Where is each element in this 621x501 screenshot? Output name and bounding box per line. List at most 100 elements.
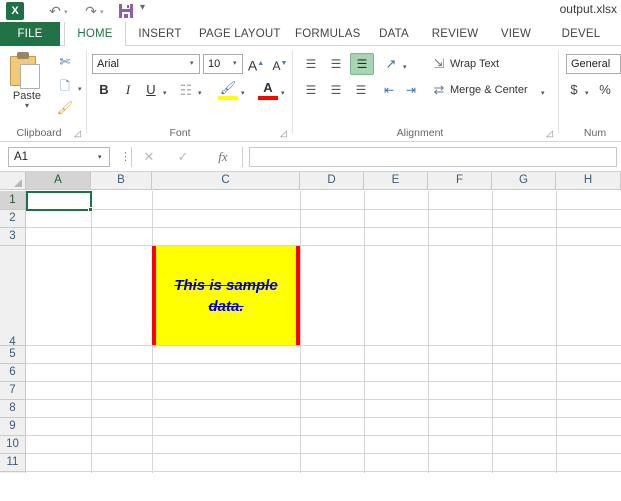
column-header-a[interactable]: A <box>26 172 91 190</box>
spreadsheet-grid[interactable]: A B C D E F G H 1 2 3 4 5 6 7 8 9 10 11 … <box>0 172 621 473</box>
borders-icon[interactable]: ☷ <box>176 80 196 100</box>
cut-icon[interactable]: ✄ <box>54 52 76 72</box>
row-header-5[interactable]: 5 <box>0 346 26 364</box>
column-header-c[interactable]: C <box>152 172 300 190</box>
align-left-icon[interactable]: ☰ <box>300 80 322 100</box>
font-color-icon[interactable]: A <box>258 78 278 96</box>
copy-dropdown-icon[interactable]: ▾ <box>78 86 82 93</box>
name-box[interactable]: A1 <box>8 147 110 167</box>
row-header-4[interactable]: 4 <box>0 246 26 348</box>
row-header-7[interactable]: 7 <box>0 382 26 400</box>
document-title: output.xlsx <box>559 2 617 16</box>
row-header-10[interactable]: 10 <box>0 436 26 454</box>
currency-icon[interactable]: $ <box>566 80 582 100</box>
excel-logo-icon: X <box>6 2 24 20</box>
column-header-g[interactable]: G <box>492 172 556 190</box>
orientation-icon[interactable]: ↗ <box>380 54 402 74</box>
tab-view[interactable]: VIEW <box>492 22 540 46</box>
paste-button[interactable]: Paste ▾ <box>4 50 50 124</box>
increase-indent-icon[interactable]: ⇥ <box>400 80 422 100</box>
ribbon-tab-bar: FILE HOME INSERT PAGE LAYOUT FORMULAS DA… <box>0 22 621 47</box>
increase-font-size-icon[interactable]: A▲ <box>246 54 266 74</box>
tab-home[interactable]: HOME <box>64 22 126 47</box>
save-icon[interactable] <box>118 3 134 19</box>
cell-c4-text: This is sample data. <box>174 276 278 315</box>
row-header-12[interactable]: 12 <box>0 472 26 473</box>
excel-window: X ↶ ▾ ↷ ▾ ▾ output.xlsx FILE HOME INSERT… <box>0 0 621 501</box>
row-header-8[interactable]: 8 <box>0 400 26 418</box>
tab-review[interactable]: REVIEW <box>424 22 486 46</box>
column-header-d[interactable]: D <box>300 172 364 190</box>
ribbon: Paste ▾ ✄ 🗋 ▾ 🖌 Clipboard ◿ Arial ▾ 10 ▾… <box>0 46 621 142</box>
orientation-dropdown-icon[interactable]: ▾ <box>403 64 407 71</box>
bold-icon[interactable]: B <box>94 80 114 100</box>
tab-formulas[interactable]: FORMULAS <box>288 22 364 46</box>
column-header-b[interactable]: B <box>91 172 152 190</box>
enter-icon[interactable]: ✓ <box>170 147 196 167</box>
selected-cell-a1[interactable] <box>26 191 92 211</box>
font-name-input[interactable]: Arial <box>92 54 200 74</box>
font-color-dropdown-icon[interactable]: ▾ <box>281 90 285 97</box>
italic-icon[interactable]: I <box>118 80 138 100</box>
fill-color-dropdown-icon[interactable]: ▾ <box>241 90 245 97</box>
redo-dropdown-icon[interactable]: ▾ <box>100 9 107 16</box>
wrap-text-label[interactable]: Wrap Text <box>450 56 499 72</box>
fill-color-swatch[interactable] <box>218 96 238 100</box>
row-header-2[interactable]: 2 <box>0 210 26 228</box>
cancel-icon[interactable]: ✕ <box>136 147 162 167</box>
customize-quick-access-toolbar-icon[interactable]: ▾ <box>140 3 147 13</box>
select-all-corner[interactable] <box>0 172 26 190</box>
tab-file[interactable]: FILE <box>0 22 60 46</box>
row-header-9[interactable]: 9 <box>0 418 26 436</box>
wrap-text-icon[interactable]: ⇲ <box>430 54 448 74</box>
copy-icon[interactable]: 🗋 <box>54 76 76 96</box>
row-header-1[interactable]: 1 <box>0 191 26 210</box>
tab-insert[interactable]: INSERT <box>130 22 190 46</box>
percent-icon[interactable]: % <box>596 80 614 100</box>
column-header-e[interactable]: E <box>364 172 428 190</box>
undo-dropdown-icon[interactable]: ▾ <box>64 9 71 16</box>
paste-icon <box>4 50 50 92</box>
font-dialog-launcher[interactable]: ◿ <box>280 129 289 138</box>
tab-developer[interactable]: DEVEL <box>546 22 616 46</box>
number-format-input[interactable]: General <box>566 54 621 74</box>
cell-c4-left-border <box>152 246 156 345</box>
paste-dropdown-icon[interactable]: ▾ <box>4 102 50 110</box>
merge-center-dropdown-icon[interactable]: ▾ <box>541 90 545 97</box>
clipboard-dialog-launcher[interactable]: ◿ <box>74 129 83 138</box>
borders-dropdown-icon[interactable]: ▾ <box>198 90 202 97</box>
font-color-swatch[interactable] <box>258 96 278 100</box>
fill-color-icon[interactable]: 🖌 <box>218 78 238 96</box>
row-header-6[interactable]: 6 <box>0 364 26 382</box>
tab-page-layout[interactable]: PAGE LAYOUT <box>192 22 284 46</box>
format-painter-icon[interactable]: 🖌 <box>54 98 76 118</box>
align-middle-icon[interactable]: ☰ <box>325 54 347 74</box>
decrease-indent-icon[interactable]: ⇤ <box>378 80 400 100</box>
merge-center-icon[interactable]: ⇄ <box>430 80 448 100</box>
column-header-h[interactable]: H <box>556 172 621 190</box>
underline-icon[interactable]: U <box>141 80 161 100</box>
align-right-icon[interactable]: ☰ <box>350 80 372 100</box>
align-top-icon[interactable]: ☰ <box>300 54 322 74</box>
decrease-font-size-icon[interactable]: A▼ <box>270 54 290 74</box>
merge-center-label[interactable]: Merge & Center <box>450 82 528 98</box>
redo-icon[interactable]: ↷ <box>80 2 102 20</box>
insert-function-icon[interactable]: fx <box>210 147 236 167</box>
underline-dropdown-icon[interactable]: ▾ <box>163 90 167 97</box>
cell-c4[interactable]: This is sample data. <box>152 246 300 345</box>
font-group-label: Font <box>169 127 191 139</box>
column-header-f[interactable]: F <box>428 172 492 190</box>
font-size-dropdown-icon[interactable]: ▾ <box>233 60 617 67</box>
align-center-icon[interactable]: ☰ <box>325 80 347 100</box>
formula-bar: A1 ▾ ⋮ ✕ ✓ fx <box>0 142 621 172</box>
align-bottom-icon[interactable]: ☰ <box>350 53 374 75</box>
currency-dropdown-icon[interactable]: ▾ <box>585 90 589 97</box>
fill-handle[interactable] <box>88 207 93 212</box>
number-group-label: Num <box>583 127 607 139</box>
alignment-dialog-launcher[interactable]: ◿ <box>546 129 555 138</box>
row-header-3[interactable]: 3 <box>0 228 26 246</box>
row-header-11[interactable]: 11 <box>0 454 26 472</box>
formula-input[interactable] <box>249 147 617 167</box>
tab-data[interactable]: DATA <box>370 22 418 46</box>
undo-icon[interactable]: ↶ <box>44 2 66 20</box>
